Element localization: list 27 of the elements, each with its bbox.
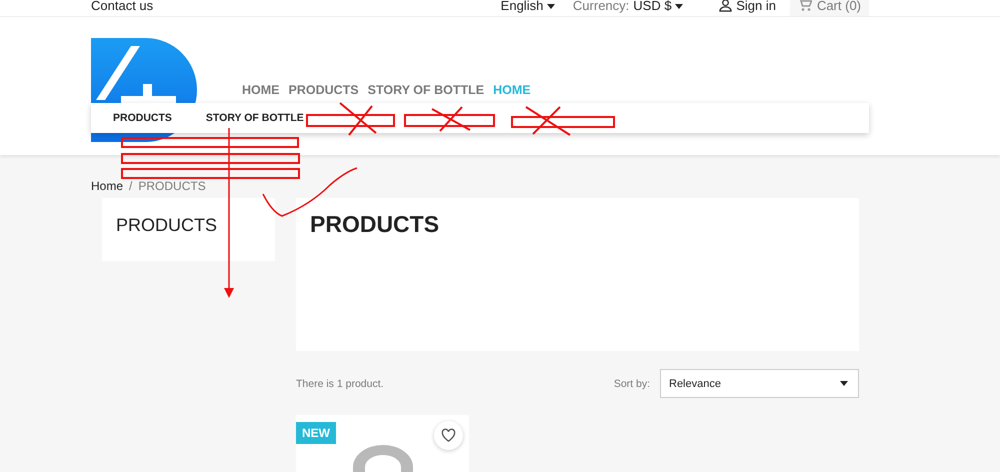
menu-item[interactable]: PRODUCTS (288, 83, 359, 97)
sidebar-title: PRODUCTS (116, 215, 218, 236)
cart-button[interactable]: Cart (0) (790, 0, 869, 16)
submenu-item[interactable]: PRODUCTS (113, 112, 172, 124)
breadcrumb-link[interactable]: Home (91, 179, 124, 193)
caret-icon (840, 381, 848, 386)
currency-dropdown[interactable]: USD $ (633, 0, 684, 12)
user-icon (719, 0, 732, 12)
contact-link[interactable]: Contact us (91, 0, 154, 12)
wishlist-button[interactable] (434, 421, 463, 450)
new-badge: NEW (296, 422, 336, 444)
heart-icon (441, 428, 456, 443)
sort-dropdown[interactable]: Relevance (660, 369, 859, 398)
cart-icon (798, 0, 812, 12)
product-count: There is 1 product. (296, 378, 384, 390)
breadcrumb-link[interactable]: PRODUCTS (138, 179, 206, 193)
language-dropdown[interactable]: English (500, 0, 555, 12)
breadcrumb-separator: / (129, 179, 132, 193)
category-title: PRODUCTS (310, 211, 440, 238)
menu-item[interactable]: STORY OF BOTTLE (368, 83, 484, 97)
sort-label: Sort by: (614, 378, 650, 390)
caret-icon (675, 4, 684, 9)
submenu-item[interactable]: STORY OF BOTTLE (206, 112, 304, 124)
currency-label: Currency: (572, 0, 630, 12)
menu-item[interactable]: HOME (242, 83, 280, 97)
caret-icon (546, 4, 555, 9)
sign-in-link[interactable]: Sign in (736, 0, 776, 12)
